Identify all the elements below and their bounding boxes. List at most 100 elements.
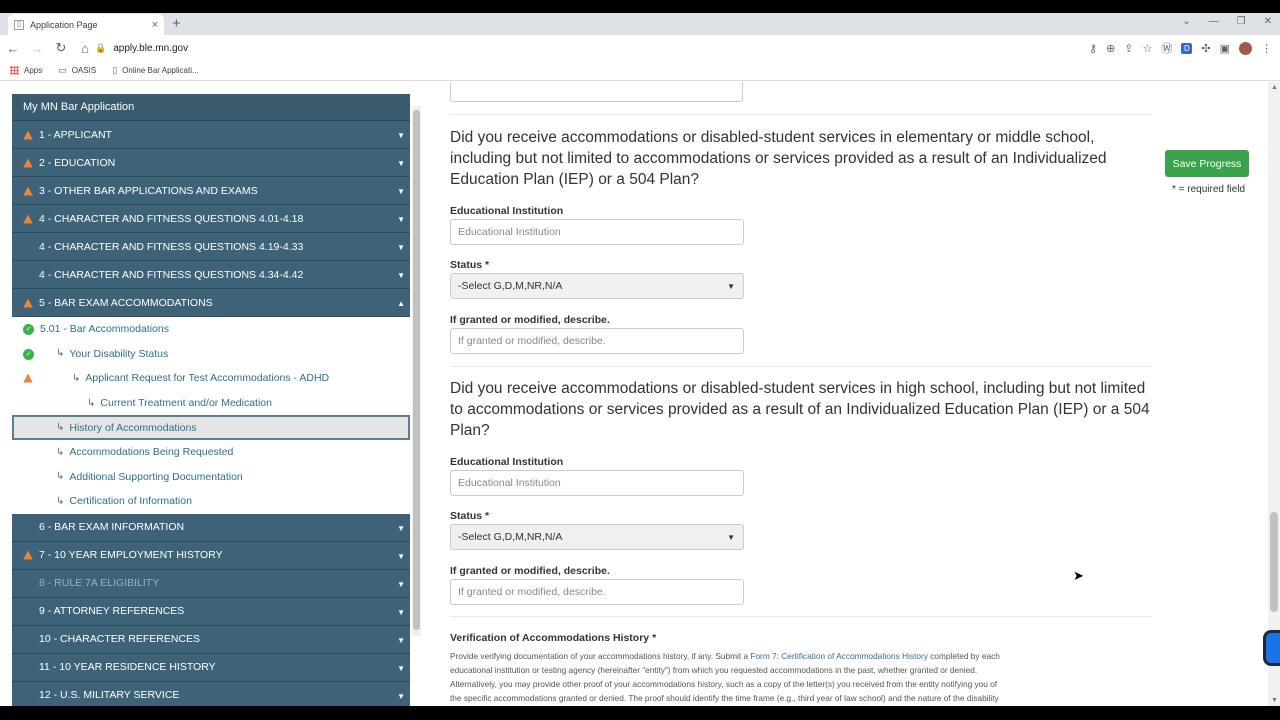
chevron-down-icon: ▼ [397, 691, 405, 701]
describe-input-1[interactable]: If granted or modified, describe. [450, 328, 744, 354]
sidebar-section[interactable]: 4 - CHARACTER AND FITNESS QUESTIONS 4.01… [12, 205, 410, 233]
share-icon[interactable]: ⇪ [1124, 42, 1133, 55]
sidebar-section[interactable]: 5 - BAR EXAM ACCOMMODATIONS ▲ [12, 289, 410, 317]
reload-icon[interactable]: ↻ [50, 40, 72, 56]
tab-strip: ▯ Application Page × + ⌄ — ❐ ✕ [0, 13, 1280, 35]
chevron-down-icon: ▼ [397, 579, 405, 589]
sidebar-subitem[interactable]: ↳ History of Accommodations [12, 415, 410, 440]
sidebar-subitem-label: Your Disability Status [69, 347, 169, 360]
bookmarks-bar: Apps ▭ OASIS ▯ Online Bar Applicati... [0, 61, 1280, 81]
sidebar-subitem[interactable]: ↳ Current Treatment and/or Medication [12, 390, 410, 416]
sidebar-section[interactable]: 7 - 10 YEAR EMPLOYMENT HISTORY ▼ [12, 541, 410, 570]
sidebar-subitem[interactable]: ↳ Additional Supporting Documentation [12, 464, 410, 490]
sidebar-section[interactable]: 8 - RULE 7A ELIGIBILITY ▼ [12, 569, 410, 598]
sidebar-section-label: 12 - U.S. MILITARY SERVICE [39, 689, 180, 702]
sidebar-section[interactable]: 10 - CHARACTER REFERENCES ▼ [12, 625, 410, 654]
new-tab-button[interactable]: + [172, 15, 181, 32]
zoom-icon[interactable]: ⊕ [1106, 42, 1115, 55]
subitem-arrow-icon: ↳ [56, 422, 65, 434]
chevron-down-icon: ▼ [397, 523, 405, 533]
browser-tab[interactable]: ▯ Application Page × [8, 14, 164, 35]
sidebar-section[interactable]: 6 - BAR EXAM INFORMATION ▼ [12, 513, 410, 542]
institution-input-2[interactable]: Educational Institution [450, 470, 744, 496]
profile-avatar[interactable] [1239, 41, 1252, 55]
status-select-2[interactable]: -Select G,D,M,NR,N/A ▼ [450, 524, 744, 550]
chevron-down-icon: ▼ [397, 271, 405, 280]
status-select-value: -Select G,D,M,NR,N/A [458, 531, 563, 543]
sidebar-section-label: 4 - CHARACTER AND FITNESS QUESTIONS 4.19… [39, 240, 304, 253]
scroll-up-icon[interactable]: ▲ [1271, 84, 1278, 91]
page-scroll-thumb[interactable] [1270, 512, 1278, 612]
home-icon[interactable]: ⌂ [74, 41, 96, 56]
sidebar-subitem[interactable]: ✓ ↳ Your Disability Status [12, 341, 410, 367]
institution-label: Educational Institution [450, 456, 564, 468]
sidebar-subitem-label: Accommodations Being Requested [69, 446, 234, 459]
chevron-down-icon: ▼ [397, 187, 405, 196]
form-area: Did you receive accommodations or disabl… [450, 82, 1170, 706]
sidebar-section-label: 3 - OTHER BAR APPLICATIONS AND EXAMS [39, 184, 258, 197]
minimize-icon[interactable]: — [1209, 16, 1219, 27]
sidebar-section-label: 6 - BAR EXAM INFORMATION [39, 521, 185, 534]
sidebar-section[interactable]: 2 - EDUCATION ▼ [12, 149, 410, 177]
chevron-down-icon: ▼ [727, 533, 735, 542]
institution-label: Educational Institution [450, 205, 564, 217]
browser-toolbar: ← → ↻ ⌂ 🔒 apply.ble.mn.gov ⚷ ⊕ ⇪ ☆ Ⓦ D ✣… [0, 35, 1280, 61]
bookmark-oasis[interactable]: ▭ OASIS [58, 65, 96, 76]
sidebar-subitem[interactable]: ✓ 5.01 - Bar Accommodations [12, 317, 410, 342]
sidebar-subitem-label: Additional Supporting Documentation [69, 470, 243, 483]
divider [450, 366, 1152, 367]
form7-link[interactable]: Form 7: Certification of Accommodations … [750, 651, 928, 661]
sidebar-subitem-label: Certification of Information [69, 495, 192, 508]
sidebar-section[interactable]: 3 - OTHER BAR APPLICATIONS AND EXAMS ▼ [12, 177, 410, 205]
side-panel-icon[interactable]: ▣ [1220, 42, 1230, 55]
institution-input-1[interactable]: Educational Institution [450, 219, 744, 245]
required-field-note: * = required field [1172, 184, 1246, 195]
wordpress-extension-icon[interactable]: Ⓦ [1161, 40, 1172, 56]
address-bar[interactable]: 🔒 apply.ble.mn.gov [95, 39, 1055, 57]
sidebar-section-label: 4 - CHARACTER AND FITNESS QUESTIONS 4.34… [39, 268, 304, 281]
sidebar-section[interactable]: 1 - APPLICANT ▼ [12, 121, 410, 149]
sidebar-section-label: 2 - EDUCATION [39, 156, 116, 169]
tab-close-icon[interactable]: × [152, 19, 158, 31]
close-window-icon[interactable]: ✕ [1264, 16, 1272, 27]
sidebar-subitem[interactable]: ↳ Certification of Information [12, 489, 410, 514]
status-select-1[interactable]: -Select G,D,M,NR,N/A ▼ [450, 273, 744, 299]
check-icon: ✓ [23, 348, 34, 360]
bookmark-online-bar-application[interactable]: ▯ Online Bar Applicati... [112, 65, 198, 76]
url-text: apply.ble.mn.gov [113, 42, 189, 54]
sidebar-section[interactable]: 12 - U.S. MILITARY SERVICE ▼ [12, 681, 410, 706]
sidebar-section[interactable]: 4 - CHARACTER AND FITNESS QUESTIONS 4.19… [12, 233, 410, 261]
menu-dots-icon[interactable]: ⋮ [1261, 42, 1272, 55]
lock-icon: 🔒 [95, 42, 107, 53]
sidebar-subitem[interactable]: ↳ Applicant Request for Test Accommodatio… [12, 366, 410, 391]
scroll-down-icon[interactable]: ▼ [1271, 697, 1278, 704]
page-favicon-icon: ▯ [14, 19, 24, 30]
warning-icon [23, 130, 33, 140]
forward-icon[interactable]: → [26, 41, 48, 56]
chevron-down-icon: ▼ [727, 282, 735, 291]
tab-search-icon[interactable]: ⌄ [1182, 16, 1190, 27]
extension-d-icon[interactable]: D [1181, 42, 1193, 54]
describe-input-2[interactable]: If granted or modified, describe. [450, 579, 744, 605]
bookmark-apps[interactable]: Apps [10, 66, 42, 75]
sidebar-scroll-thumb[interactable] [413, 110, 420, 630]
sidebar-scrollbar[interactable] [412, 106, 421, 636]
subitem-arrow-icon: ↳ [56, 495, 65, 507]
chevron-down-icon: ▼ [397, 635, 405, 645]
sidebar-section[interactable]: 11 - 10 YEAR RESIDENCE HISTORY ▼ [12, 653, 410, 682]
floating-widget-tab[interactable] [1263, 630, 1280, 666]
sidebar-section[interactable]: 4 - CHARACTER AND FITNESS QUESTIONS 4.34… [12, 261, 410, 289]
restore-icon[interactable]: ❐ [1237, 16, 1246, 27]
previous-field-bottom[interactable] [450, 82, 743, 102]
bookmark-star-icon[interactable]: ☆ [1143, 42, 1153, 55]
page-scrollbar[interactable]: ▲ ▼ [1268, 82, 1280, 706]
chevron-down-icon: ▼ [397, 131, 405, 140]
puzzle-extensions-icon[interactable]: ✣ [1201, 42, 1210, 55]
sidebar-section[interactable]: 9 - ATTORNEY REFERENCES ▼ [12, 597, 410, 626]
bookmark-label: OASIS [71, 66, 97, 75]
key-icon[interactable]: ⚷ [1089, 42, 1097, 55]
sidebar-subitem[interactable]: ↳ Accommodations Being Requested [12, 439, 410, 465]
page-icon: ▯ [112, 65, 118, 75]
save-progress-button[interactable]: Save Progress [1165, 150, 1249, 177]
back-icon[interactable]: ← [2, 41, 24, 56]
